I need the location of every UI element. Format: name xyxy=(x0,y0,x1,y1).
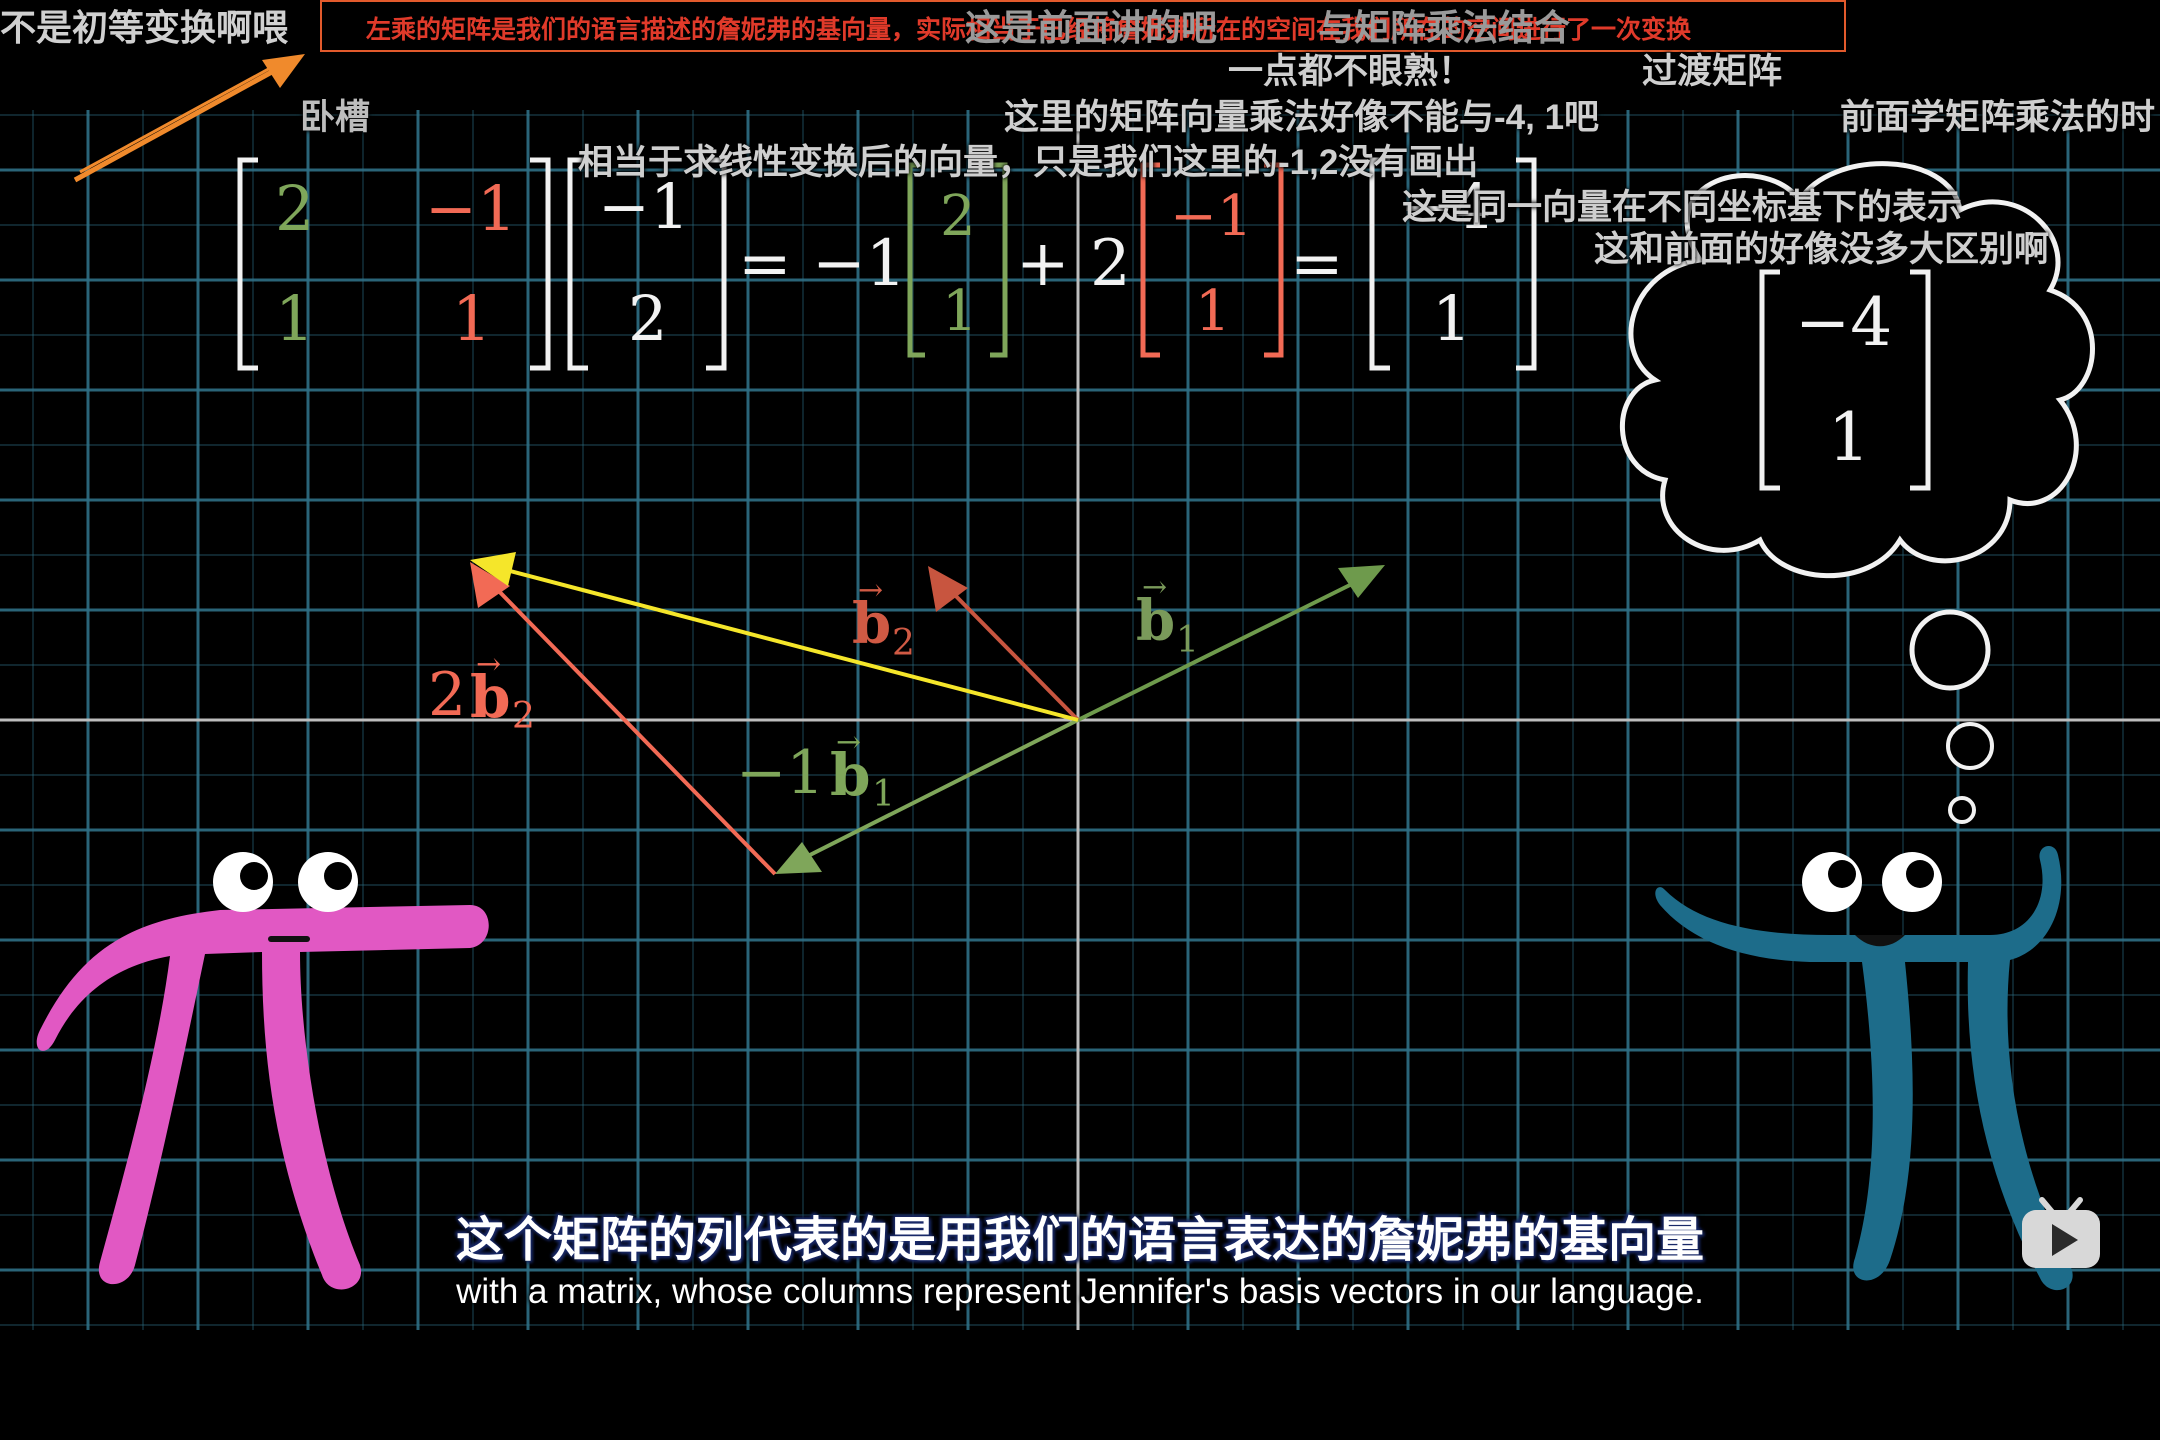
svg-text:=: = xyxy=(1290,227,1344,301)
svg-text:1: 1 xyxy=(452,282,491,355)
danmaku-comment: 过渡矩阵 xyxy=(1642,52,1783,91)
vector-neg-b1-head xyxy=(775,842,822,874)
subtitle-chinese: 这个矩阵的列代表的是用我们的语言表达的詹妮弗的基向量 xyxy=(455,1214,1704,1267)
svg-text:1: 1 xyxy=(1195,279,1231,344)
svg-text:2: 2 xyxy=(428,660,466,730)
svg-text:→: → xyxy=(1142,570,1167,605)
svg-text:= −1: = −1 xyxy=(738,227,906,301)
svg-text:1: 1 xyxy=(872,774,895,815)
play-icon xyxy=(2022,1197,2100,1268)
danmaku-comment: 这里的矩阵向量乘法好像不能与-4, 1吧 xyxy=(1004,98,1600,137)
svg-text:1: 1 xyxy=(1828,399,1870,476)
danmaku-comment: 这和前面的好像没多大区别啊 xyxy=(1594,230,2050,269)
label-neg-b1: −1 b 1 → xyxy=(736,725,895,815)
danmaku-comment: 卧槽 xyxy=(300,98,371,137)
svg-text:−1: −1 xyxy=(736,738,824,808)
video-frame: b 2 → b 1 → 2 b 2 → −1 b 1 → 2 1 −1 1 −1… xyxy=(0,0,2160,1330)
svg-text:2: 2 xyxy=(275,172,314,245)
play-button[interactable] xyxy=(2020,1196,2102,1270)
vector-b1 xyxy=(1077,578,1361,722)
svg-text:1: 1 xyxy=(942,279,978,344)
danmaku-comment: 与矩阵乘法结合 xyxy=(1318,7,1571,48)
label-2b2: 2 b 2 → xyxy=(428,647,535,737)
svg-text:1: 1 xyxy=(1176,620,1199,661)
danmaku-comment: 一点都不眼熟！ xyxy=(1228,52,1474,91)
vector-b1-head xyxy=(1338,565,1385,598)
equation: 2 1 −1 1 −1 2 = −1 2 1 + 2 −1 1 = −4 1 xyxy=(237,157,1537,371)
svg-text:1: 1 xyxy=(1432,282,1471,355)
danmaku-comment: 不是初等变换啊喂 xyxy=(0,7,289,48)
danmaku-comment: 前面学矩阵乘法的时 xyxy=(1840,98,2156,137)
danmaku-comment: 这是同一向量在不同坐标基下的表示 xyxy=(1402,188,1963,227)
svg-text:→: → xyxy=(476,647,501,682)
subtitle-english: with a matrix, whose columns represent J… xyxy=(456,1272,1704,1311)
svg-text:+ 2: + 2 xyxy=(1016,227,1131,301)
svg-text:2: 2 xyxy=(940,184,976,249)
danmaku-comment: 这是前面讲的吧 xyxy=(965,7,1218,48)
svg-text:−4: −4 xyxy=(1795,284,1892,361)
svg-text:→: → xyxy=(858,573,883,608)
svg-text:−1: −1 xyxy=(425,172,516,245)
svg-text:−1: −1 xyxy=(1170,184,1253,249)
annotation-arrow xyxy=(73,54,305,183)
svg-text:2: 2 xyxy=(628,282,667,355)
danmaku-comment: 相当于求线性变换后的向量，只是我们这里的-1,2没有画出 xyxy=(578,143,1479,182)
svg-text:1: 1 xyxy=(275,282,314,355)
svg-text:2: 2 xyxy=(892,623,915,664)
svg-text:→: → xyxy=(836,725,861,760)
vector-b2 xyxy=(943,583,1080,722)
label-b2: b 2 → xyxy=(852,573,915,664)
video-player[interactable]: b 2 → b 1 → 2 b 2 → −1 b 1 → 2 1 −1 1 −1… xyxy=(0,0,2160,1440)
svg-text:2: 2 xyxy=(512,696,535,737)
